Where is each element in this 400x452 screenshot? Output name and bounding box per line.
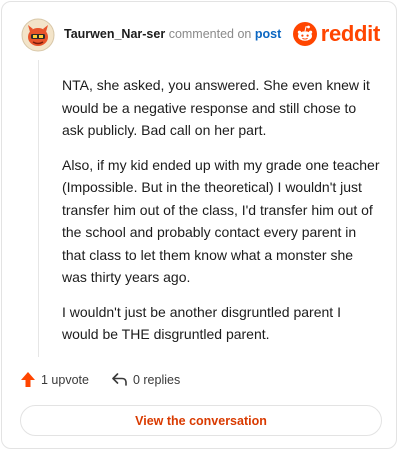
reddit-snoo-icon [292,22,317,46]
upvote-button[interactable]: 1 upvote [20,371,89,388]
replies-button[interactable]: 0 replies [111,372,180,387]
commented-on-text: commented on [168,27,252,41]
post-link[interactable]: post [255,27,281,41]
username[interactable]: Taurwen_Nar-ser [64,27,165,41]
comment-paragraph-2: Also, if my kid ended up with my grade o… [62,156,380,286]
comment-card: Taurwen_Nar-ser commented on post reddit… [1,1,397,449]
avatar-icon[interactable] [21,18,55,52]
comment-body: NTA, she asked, you answered. She even k… [62,74,380,358]
reddit-wordmark: reddit [320,21,381,46]
reddit-logo[interactable]: reddit [292,21,381,47]
upvote-count: 1 upvote [41,372,89,387]
view-conversation-button[interactable]: View the conversation [20,405,382,436]
comment-actions: 1 upvote 0 replies [20,371,180,388]
comment-paragraph-1: NTA, she asked, you answered. She even k… [62,77,370,138]
reply-count: 0 replies [132,372,181,387]
upvote-arrow-icon [21,372,35,387]
reply-arrow-icon [112,373,127,386]
thread-line [38,60,39,357]
comment-header: Taurwen_Nar-ser commented on post [64,27,281,41]
comment-paragraph-3: I wouldn't just be another disgruntled p… [62,303,341,343]
